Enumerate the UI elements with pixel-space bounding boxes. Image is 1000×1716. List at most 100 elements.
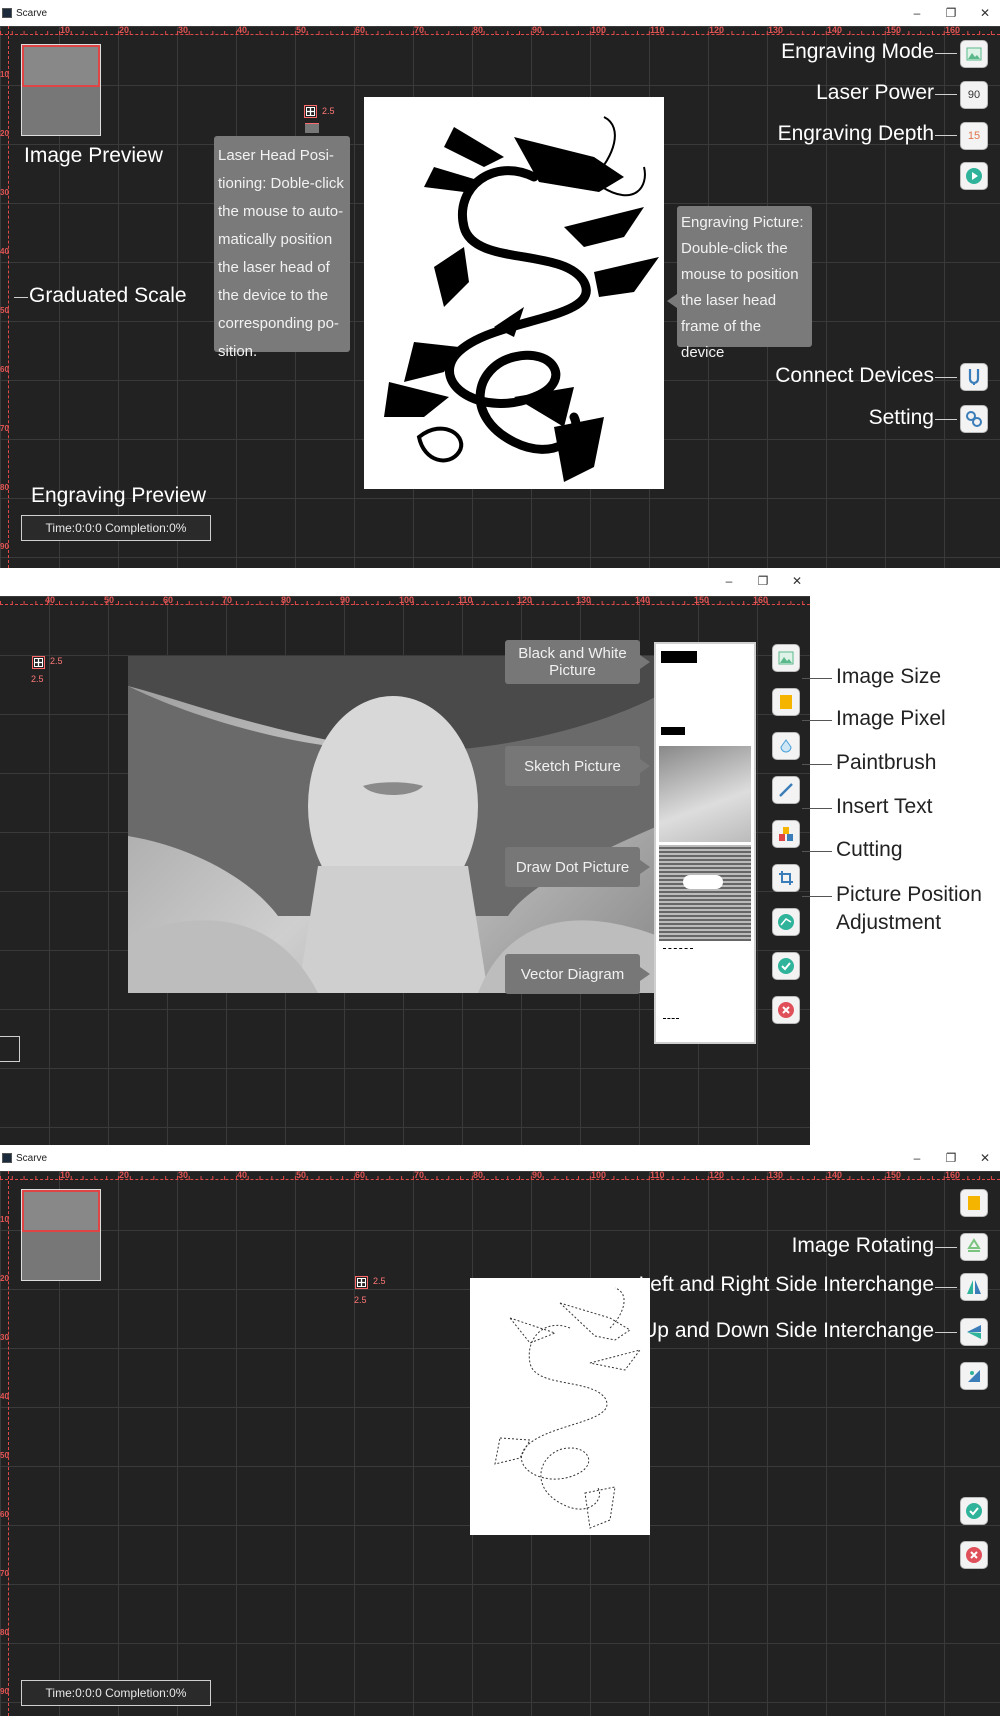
ruler-tick-label: 80 [281, 595, 292, 605]
callout-arrow [640, 655, 650, 669]
leader-line [935, 1247, 957, 1248]
gear-icon [966, 411, 982, 427]
engraving-depth-button[interactable]: 15 [960, 122, 988, 150]
ruler-tick-label: 140 [827, 1170, 843, 1180]
thumbnail-vector[interactable] [659, 944, 751, 1040]
status-bar-edge [0, 1036, 20, 1062]
leader-line [935, 135, 957, 136]
mirror-image-icon [968, 1370, 980, 1382]
engraving-picture[interactable] [364, 97, 664, 489]
vector-style-button[interactable]: Vector Diagram [505, 954, 640, 994]
leader-line [802, 764, 832, 765]
setting-button[interactable] [960, 405, 988, 433]
image-preview-thumbnail[interactable] [21, 1189, 101, 1281]
leader-line [14, 297, 28, 298]
confirm-button[interactable] [960, 1497, 988, 1525]
thumbnail-black-white[interactable] [659, 647, 751, 743]
panel-image-transform: Scarve – ❐ ✕ 10 20 30 40 50 60 70 80 90 100 110 120… [0, 1145, 1000, 1716]
mirror-button[interactable] [960, 1362, 988, 1390]
flip-vertical-icon [967, 1325, 981, 1339]
ud-interchange-button[interactable] [960, 1318, 988, 1346]
ruler-tick-label: 70 [414, 25, 425, 35]
work-canvas[interactable]: 10 20 30 40 50 60 70 80 90 100 110 120 130 140 150 160 … [0, 1170, 1000, 1716]
ruler-tick-label: 80 [0, 483, 9, 492]
image-mode-button[interactable] [772, 644, 800, 672]
ruler-tick-label: 30 [0, 188, 9, 197]
laser-head-marker[interactable] [304, 105, 317, 118]
work-canvas[interactable]: 40 50 60 70 80 90 100 110 120 130 140 150 160 2.5 2.… [0, 595, 810, 1145]
sketch-style-button[interactable]: Sketch Picture [505, 746, 640, 786]
app-title: Scarve [16, 1152, 48, 1164]
ruler-tick-label: 160 [945, 1170, 961, 1180]
start-engraving-button[interactable] [960, 162, 988, 190]
restore-button[interactable]: ❐ [746, 568, 780, 594]
status-bar: Time:0:0:0 Completion:0% [21, 1680, 211, 1706]
close-circle-icon [778, 1002, 794, 1018]
confirm-button[interactable] [772, 952, 800, 980]
position-icon [778, 914, 794, 930]
minimize-button[interactable]: – [712, 568, 746, 594]
laser-head-marker[interactable] [355, 1276, 368, 1289]
screenshot-root: Scarve – ❐ ✕ 10 20 30 40 50 60 70 80 90 100 110 120… [0, 0, 1000, 1716]
rotate-icon [967, 1238, 981, 1252]
vertical-ruler: 10 20 30 40 50 60 70 80 90 [0, 1171, 9, 1716]
image-size-button[interactable] [772, 688, 800, 716]
ruler-tick-label: 10 [60, 1170, 71, 1180]
close-button[interactable]: ✕ [780, 568, 810, 594]
image-rotating-button[interactable] [960, 1233, 988, 1261]
engraving-mode-button[interactable] [960, 40, 988, 68]
minimize-button[interactable]: – [900, 1145, 934, 1171]
ruler-tick-label: 140 [827, 25, 843, 35]
restore-button[interactable]: ❐ [934, 1145, 968, 1171]
ruler-tick-label: 50 [296, 1170, 307, 1180]
dot-style-button[interactable]: Draw Dot Picture [505, 847, 640, 887]
image-size-button[interactable] [960, 1189, 988, 1217]
ruler-tick-label: 30 [0, 1333, 9, 1342]
insert-text-label: Insert Text [836, 795, 933, 818]
lr-interchange-button[interactable] [960, 1273, 988, 1301]
woman-in-hat-image [128, 656, 658, 993]
portrait-image[interactable] [128, 656, 658, 993]
connect-devices-button[interactable] [960, 363, 988, 391]
laser-head-marker[interactable] [32, 656, 45, 669]
image-pixel-button[interactable] [772, 732, 800, 760]
ruler-tick-label: 80 [0, 1628, 9, 1637]
cancel-button[interactable] [960, 1541, 988, 1569]
ruler-tick-label: 40 [0, 247, 9, 256]
image-size-label: Image Size [836, 665, 942, 688]
image-pixel-label: Image Pixel [836, 707, 946, 730]
cancel-button[interactable] [772, 996, 800, 1024]
ruler-tick-label: 20 [119, 25, 130, 35]
connect-devices-label: Connect Devices [775, 364, 934, 387]
engraving-mode-label: Engraving Mode [781, 40, 934, 63]
engraving-picture[interactable] [470, 1278, 650, 1535]
leader-line [802, 808, 832, 809]
ruler-tick-label: 30 [178, 1170, 189, 1180]
thumbnail-sketch[interactable] [659, 746, 751, 842]
image-preview-thumbnail[interactable] [21, 44, 101, 136]
close-button[interactable]: ✕ [968, 1145, 1000, 1171]
image-icon [778, 651, 794, 665]
position-adjust-button[interactable] [772, 908, 800, 936]
paintbrush-button[interactable] [772, 776, 800, 804]
thumbnail-dot[interactable] [659, 845, 751, 941]
insert-text-button[interactable] [772, 820, 800, 848]
ruler-tick-label: 40 [45, 595, 56, 605]
work-canvas[interactable]: 10 20 30 40 50 60 70 80 90 100 110 120 130 140 150 160 … [0, 25, 1000, 568]
close-button[interactable]: ✕ [968, 0, 1000, 26]
leader-line [802, 851, 832, 852]
ruler-tick-label: 10 [0, 70, 9, 79]
black-white-style-button[interactable]: Black and White Picture [505, 640, 640, 684]
minimize-button[interactable]: – [900, 0, 934, 26]
restore-button[interactable]: ❐ [934, 0, 968, 26]
lr-interchange-label: Left and Right Side Interchange [638, 1273, 934, 1296]
leader-line [802, 720, 832, 721]
image-rotating-label: Image Rotating [791, 1234, 934, 1257]
engraving-depth-label: Engraving Depth [777, 122, 934, 145]
plug-icon [968, 369, 980, 385]
ruler-tick-label: 50 [104, 595, 115, 605]
cutting-button[interactable] [772, 864, 800, 892]
laser-power-button[interactable]: 90 [960, 81, 988, 109]
leader-line [935, 1287, 957, 1288]
leader-line [935, 419, 957, 420]
